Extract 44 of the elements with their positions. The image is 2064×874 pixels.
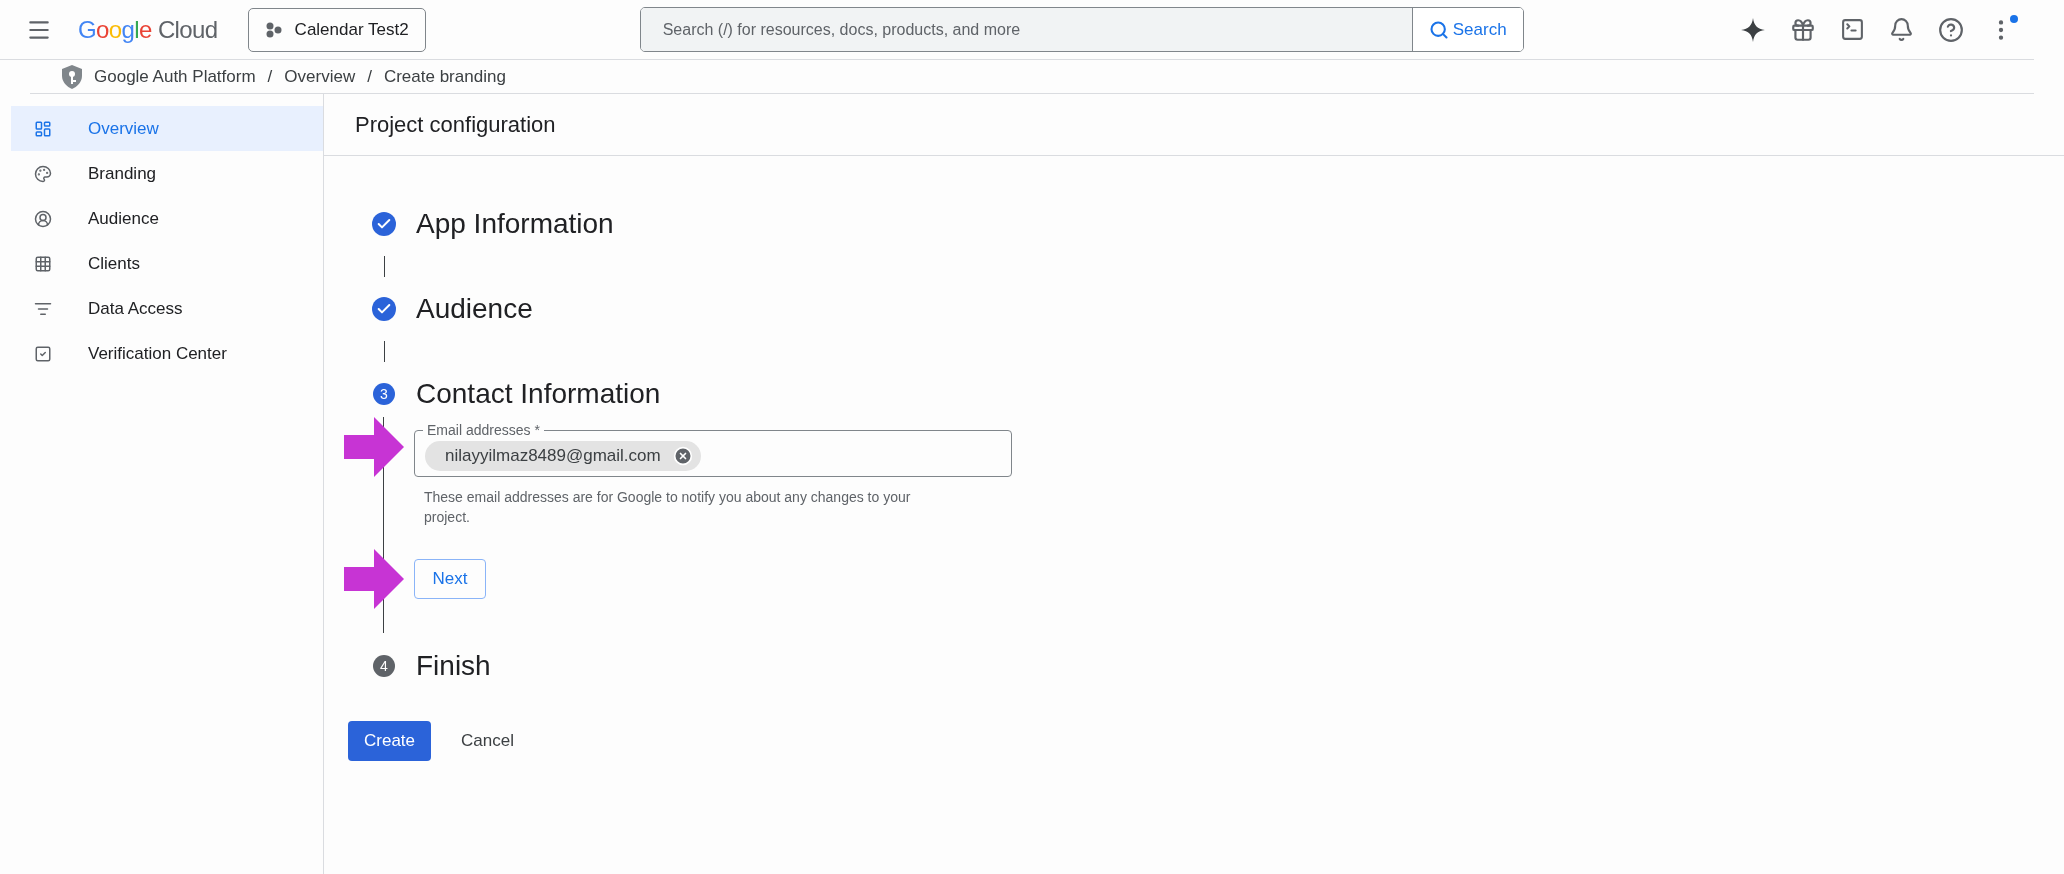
search-field[interactable]: Search (/) for resources, docs, products, and more Search [639, 7, 1524, 52]
nav-icon [34, 254, 52, 273]
cancel-button[interactable]: Cancel [457, 721, 518, 761]
step-title: Contact Information [416, 377, 661, 411]
nav-icon [34, 344, 52, 363]
step-number: 4 [373, 655, 395, 677]
help-icon[interactable] [1938, 16, 1964, 43]
hexagons-icon [264, 21, 283, 38]
page-title: Project configuration [355, 111, 556, 139]
step-title: Finish [416, 649, 491, 683]
project-picker[interactable]: Calendar Test2 [247, 7, 426, 52]
logo-text[interactable]: Google Cloud [78, 11, 218, 48]
nav-icon [34, 209, 52, 228]
notifications-icon[interactable] [1889, 17, 1914, 42]
next-button[interactable]: Next [414, 559, 486, 599]
helper-text: These email addresses are for Google to notify you about any changes to your project. [424, 488, 912, 527]
sidebar-item[interactable]: Overview [11, 106, 323, 151]
field-label: Email addresses * [426, 423, 541, 437]
step-title: Audience [416, 292, 533, 326]
breadcrumb-link[interactable]: Create branding [383, 63, 506, 90]
step-number: 3 [373, 383, 395, 405]
search-button[interactable]: Search [1411, 8, 1523, 51]
nav-icon [34, 119, 52, 138]
pointer-arrow [344, 417, 404, 477]
email-field[interactable]: Email addresses * nilayyilmaz8489@gmail.com [414, 423, 1012, 477]
breadcrumb-link[interactable]: Google Auth Platform [94, 63, 256, 90]
sidebar-item[interactable]: Branding [11, 151, 323, 196]
email-chip[interactable]: nilayyilmaz8489@gmail.com [425, 440, 701, 471]
sidebar-item[interactable]: Audience [11, 196, 323, 241]
breadcrumb-link[interactable]: Overview [284, 63, 356, 90]
gift-icon[interactable] [1790, 16, 1816, 43]
pointer-arrow [344, 549, 404, 609]
sidebar-item[interactable]: Verification Center [11, 331, 323, 376]
create-button[interactable]: Create [348, 721, 432, 761]
terminal-icon[interactable] [1840, 17, 1865, 42]
sidebar-item[interactable]: Clients [11, 241, 323, 286]
nav-icon [34, 164, 52, 183]
breadcrumb-separator: / [367, 65, 372, 88]
breadcrumb-separator: / [267, 65, 273, 88]
search-icon [1428, 19, 1449, 40]
sidebar-item[interactable]: Data Access [11, 286, 323, 331]
remove-icon[interactable] [672, 445, 693, 466]
step-title: App Information [416, 207, 614, 241]
shield-key-icon [60, 63, 84, 90]
